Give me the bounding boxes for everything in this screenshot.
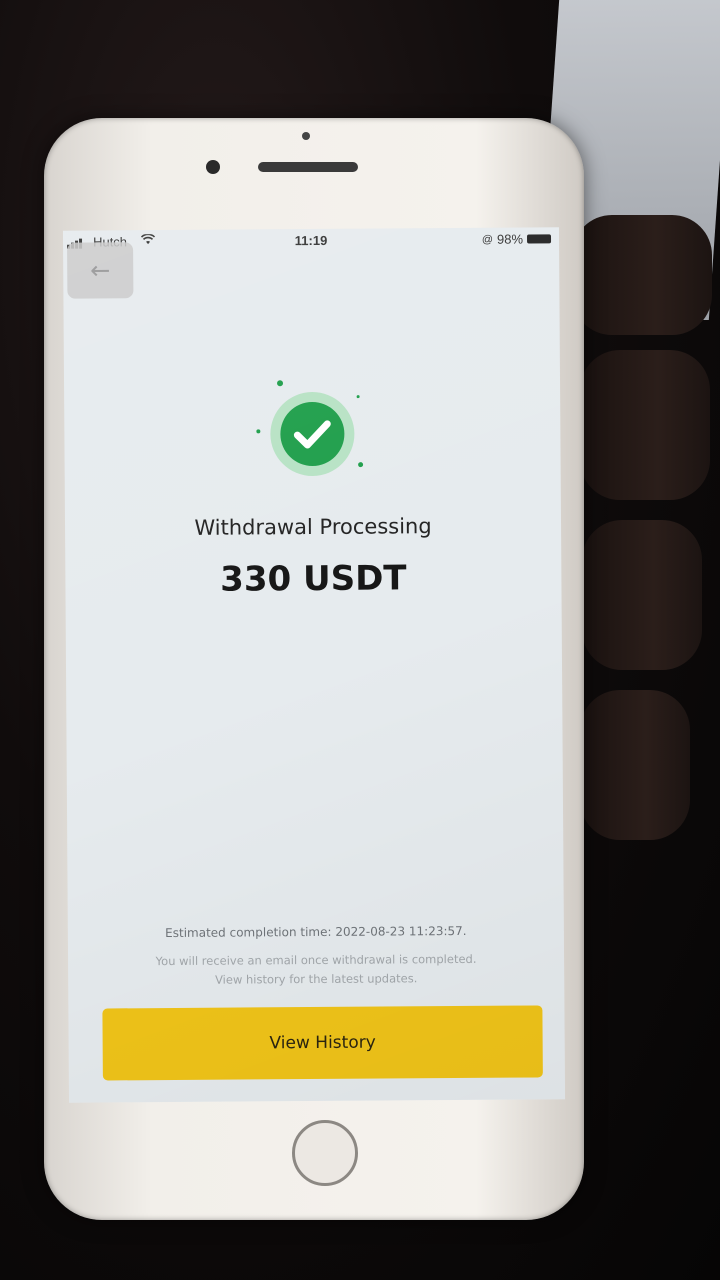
back-button[interactable]: ←	[67, 242, 134, 299]
earpiece-speaker	[258, 162, 358, 172]
orientation-lock-icon: @	[481, 233, 494, 246]
battery-percent: 98%	[496, 231, 524, 247]
photo-scene: Hutch 11:19 @ 98% ←	[0, 0, 720, 1280]
notice-line-2: View history for the latest updates.	[214, 971, 418, 987]
withdrawal-amount: 330 USDT	[220, 558, 407, 600]
withdrawal-status-title: Withdrawal Processing	[194, 514, 432, 540]
withdrawal-notice: You will receive an email once withdrawa…	[68, 949, 564, 990]
battery-icon	[526, 234, 552, 244]
battery-indicator: @ 98%	[481, 231, 552, 247]
view-history-button[interactable]: View History	[102, 1005, 543, 1081]
check-circle-icon	[252, 379, 373, 490]
home-button[interactable]	[292, 1120, 358, 1186]
finger	[582, 520, 702, 670]
finger	[580, 690, 690, 840]
phone-screen: Hutch 11:19 @ 98% ←	[62, 227, 566, 1103]
estimated-completion-time: Estimated completion time: 2022-08-23 11…	[165, 923, 467, 941]
status-bar: Hutch 11:19 @ 98%	[63, 227, 559, 256]
finger	[580, 350, 710, 500]
arrow-left-icon: ←	[90, 256, 111, 285]
finger	[572, 215, 712, 335]
sensor-dot	[302, 132, 310, 140]
front-camera	[206, 160, 220, 174]
